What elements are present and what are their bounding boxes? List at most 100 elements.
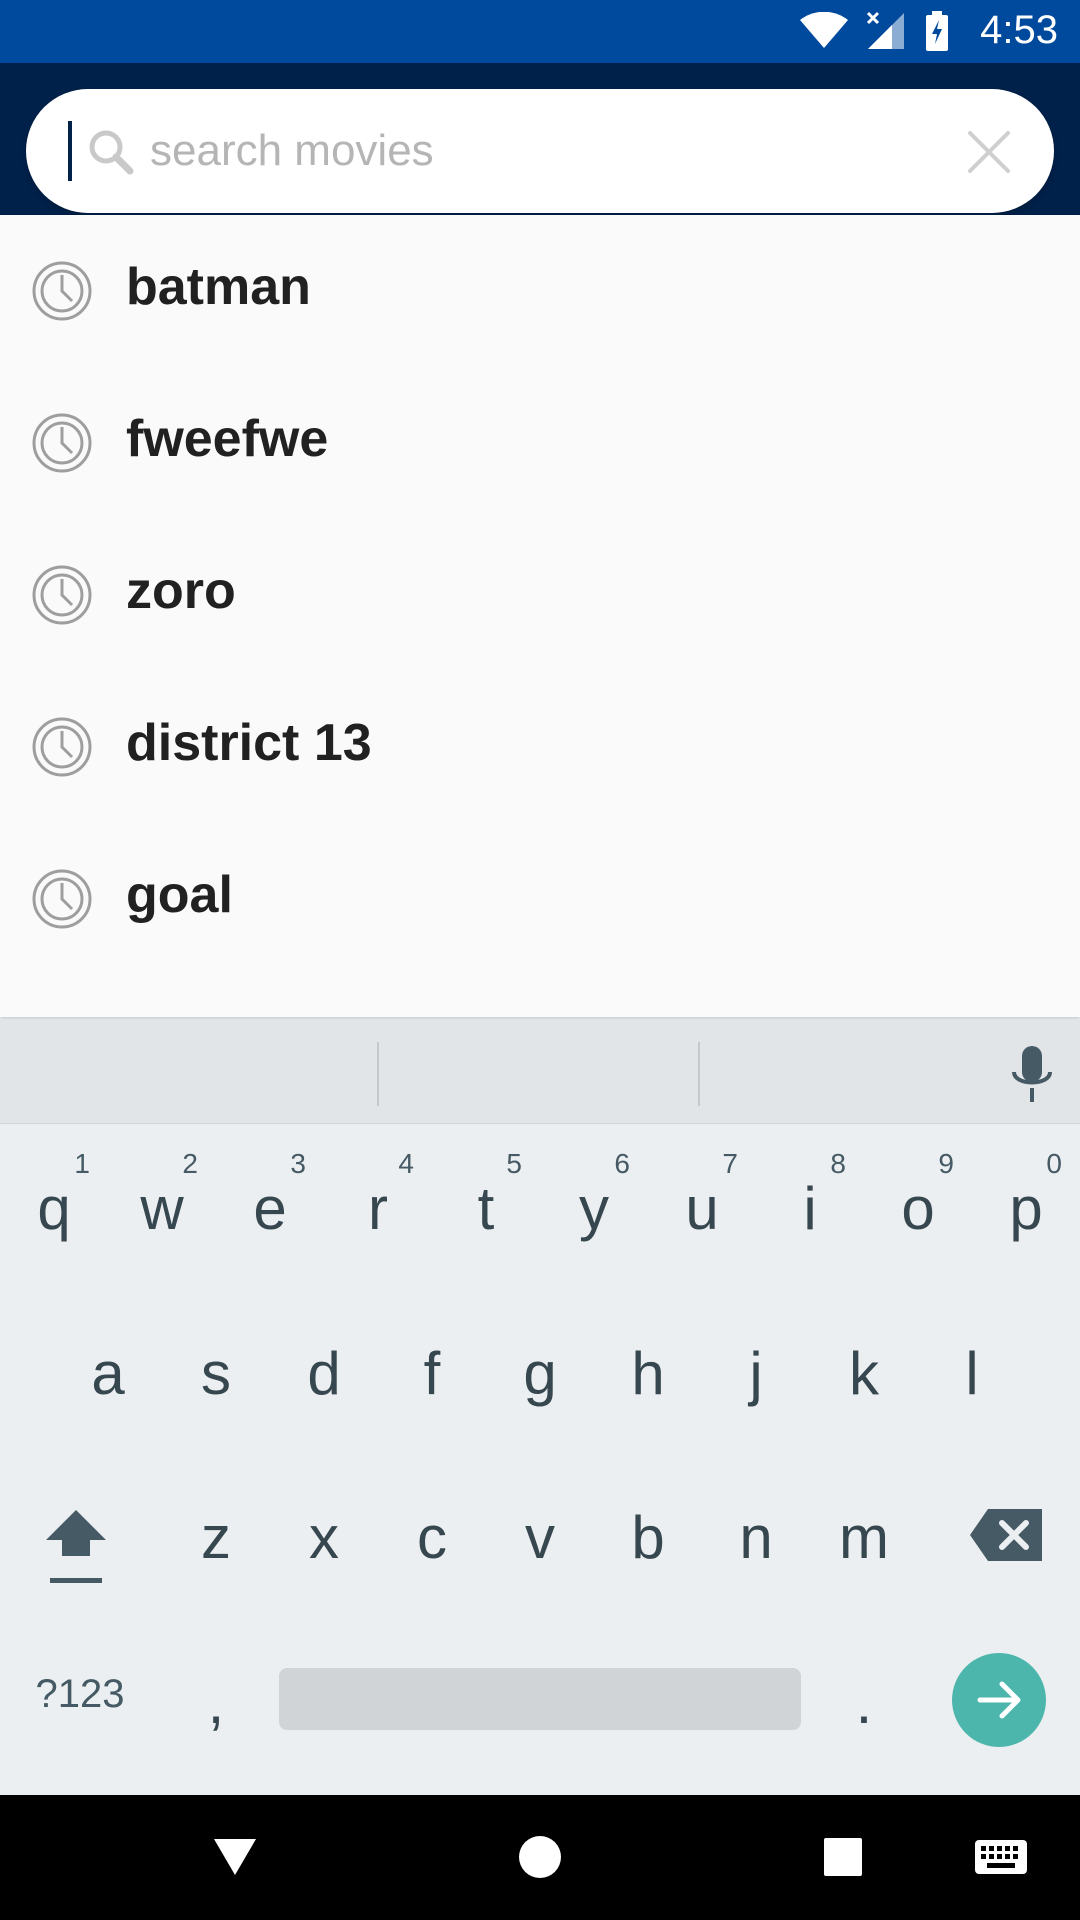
key-char: l [965, 1340, 979, 1407]
key-char: m [839, 1504, 889, 1571]
key-char: . [855, 1669, 873, 1736]
key-h[interactable]: h [598, 1311, 698, 1441]
key-g[interactable]: g [490, 1311, 590, 1441]
key-char: u [685, 1175, 719, 1242]
key-r[interactable]: 4 r [328, 1146, 428, 1276]
key-e[interactable]: 3 e [220, 1146, 320, 1276]
status-time: 4:53 [980, 8, 1058, 52]
key-char: n [739, 1504, 773, 1571]
history-icon [32, 565, 92, 625]
mic-icon[interactable] [1008, 1044, 1056, 1104]
key-char: c [417, 1504, 447, 1571]
enter-key[interactable] [952, 1653, 1046, 1747]
nav-recents-icon[interactable] [823, 1837, 863, 1877]
key-char: k [849, 1340, 879, 1407]
history-icon [32, 413, 92, 473]
key-c[interactable]: c [382, 1475, 482, 1605]
backspace-icon [970, 1509, 1042, 1561]
nav-back-icon[interactable] [212, 1837, 258, 1877]
key-s[interactable]: s [166, 1311, 266, 1441]
key-char: t [477, 1175, 495, 1242]
key-d[interactable]: d [274, 1311, 374, 1441]
status-bar: 4:53 [0, 0, 1080, 63]
key-v[interactable]: v [490, 1475, 590, 1605]
symbols-key[interactable]: ?123 [20, 1672, 140, 1732]
key-char: h [631, 1340, 665, 1407]
nav-home-icon[interactable] [518, 1835, 562, 1879]
key-char: , [207, 1669, 225, 1736]
signal-icon [866, 11, 904, 49]
key-char: r [368, 1175, 388, 1242]
search-input[interactable] [150, 111, 930, 191]
key-char: w [140, 1175, 184, 1242]
history-icon [32, 717, 92, 777]
status-icons [800, 10, 950, 52]
key-comma[interactable]: , [166, 1640, 266, 1770]
search-icon [89, 130, 134, 175]
key-j[interactable]: j [706, 1311, 806, 1441]
key-p[interactable]: 0 p [976, 1146, 1076, 1276]
key-period[interactable]: . [814, 1640, 914, 1770]
key-char: s [201, 1340, 231, 1407]
key-char: b [631, 1504, 665, 1571]
key-char: a [91, 1340, 125, 1407]
key-i[interactable]: 8 i [760, 1146, 860, 1276]
key-x[interactable]: x [274, 1475, 374, 1605]
key-char: i [803, 1175, 817, 1242]
shift-key[interactable] [36, 1490, 116, 1590]
key-char: v [525, 1504, 555, 1571]
key-t[interactable]: 5 t [436, 1146, 536, 1276]
history-item-label: zoro [126, 562, 236, 620]
key-char: j [749, 1340, 763, 1407]
key-q[interactable]: 1 q [4, 1146, 104, 1276]
key-char: o [901, 1175, 935, 1242]
divider [698, 1042, 700, 1106]
history-item-label: batman [126, 258, 311, 316]
backspace-key[interactable] [968, 1505, 1046, 1565]
history-item-fweefwe[interactable]: fweefwe [0, 367, 1080, 519]
history-item-label: district 13 [126, 714, 372, 772]
battery-icon [926, 11, 948, 51]
key-z[interactable]: z [166, 1475, 266, 1605]
key-n[interactable]: n [706, 1475, 806, 1605]
search-history-list: batman fweefwe zoro district 13 goal [0, 215, 1080, 1017]
close-icon[interactable] [966, 129, 1012, 175]
navigation-bar [0, 1795, 1080, 1920]
key-f[interactable]: f [382, 1311, 482, 1441]
space-key[interactable] [279, 1668, 801, 1730]
key-char: e [253, 1175, 287, 1242]
arrow-right-icon [977, 1681, 1021, 1719]
history-item-batman[interactable]: batman [0, 215, 1080, 367]
key-char: y [579, 1175, 609, 1242]
key-k[interactable]: k [814, 1311, 914, 1441]
key-char: d [307, 1340, 341, 1407]
history-item-label: goal [126, 866, 233, 924]
wifi-icon [800, 12, 848, 48]
history-item-zoro[interactable]: zoro [0, 519, 1080, 671]
key-a[interactable]: a [58, 1311, 158, 1441]
history-icon [32, 869, 92, 929]
key-m[interactable]: m [814, 1475, 914, 1605]
key-char: z [201, 1504, 231, 1571]
key-char: g [523, 1340, 557, 1407]
history-item-label: fweefwe [126, 410, 329, 468]
key-b[interactable]: b [598, 1475, 698, 1605]
key-char: f [423, 1340, 441, 1407]
keyboard-icon[interactable] [974, 1839, 1028, 1875]
text-cursor [68, 121, 72, 181]
history-item-district-13[interactable]: district 13 [0, 671, 1080, 823]
key-y[interactable]: 6 y [544, 1146, 644, 1276]
history-item-goal[interactable]: goal [0, 823, 1080, 975]
key-o[interactable]: 9 o [868, 1146, 968, 1276]
key-u[interactable]: 7 u [652, 1146, 752, 1276]
key-w[interactable]: 2 w [112, 1146, 212, 1276]
shift-icon [46, 1510, 106, 1583]
key-char: q [37, 1175, 71, 1242]
divider [377, 1042, 379, 1106]
keyboard-suggestion-strip [0, 1020, 1080, 1124]
search-bar[interactable] [26, 89, 1054, 213]
key-char: x [309, 1504, 339, 1571]
key-l[interactable]: l [922, 1311, 1022, 1441]
key-char: p [1009, 1175, 1043, 1242]
history-icon [32, 261, 92, 321]
